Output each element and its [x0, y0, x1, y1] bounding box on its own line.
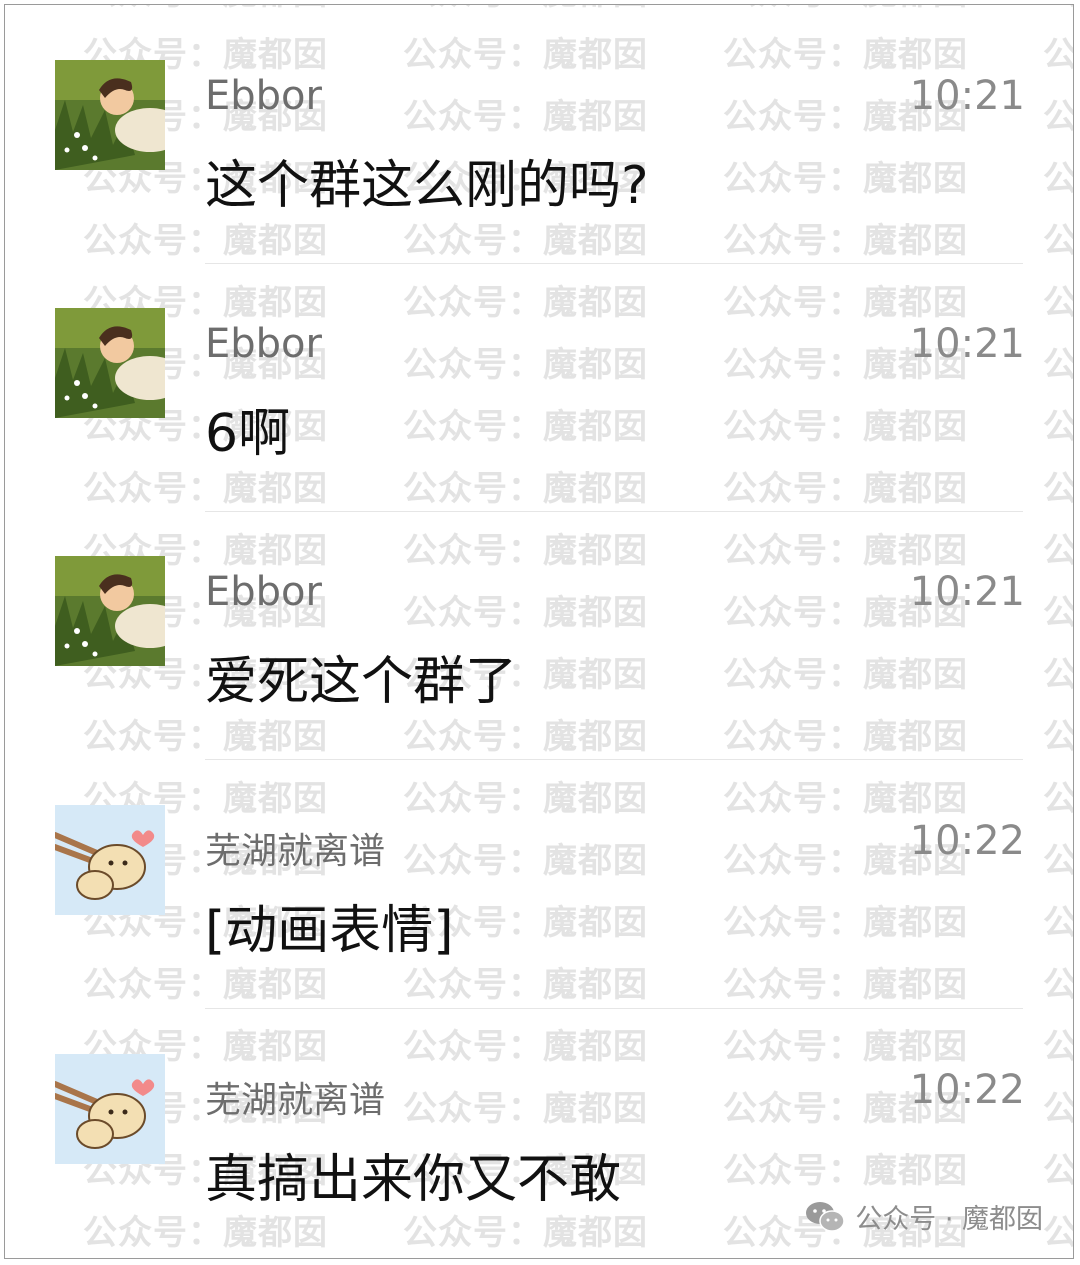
man-in-grass-avatar-icon: [55, 556, 165, 666]
avatar[interactable]: [55, 805, 165, 915]
footer-label: 公众号 · 魔都囡: [855, 1204, 1043, 1235]
sender-name: Ebbor: [205, 73, 322, 119]
message-time: 10:22: [909, 818, 1025, 864]
chat-frame: 公众号：魔都囡 公众号：魔都囡 公众号：魔都囡 公众号：魔都囡 公众号：魔都囡 公众号：魔…: [4, 4, 1074, 1259]
message-item[interactable]: Ebbor 10:21 爱死这个群了: [5, 501, 1073, 749]
sender-name: Ebbor: [205, 569, 322, 615]
man-in-grass-avatar-icon: [55, 60, 165, 170]
wechat-icon: [806, 1201, 845, 1232]
message-item[interactable]: 芜湖就离谱 10:22 [动画表情]: [5, 750, 1073, 998]
message-time: 10:21: [909, 321, 1025, 367]
message-text: 爱死这个群了: [205, 652, 518, 712]
puppy-with-chopsticks-avatar-icon: [55, 805, 165, 915]
message-text: 6啊: [205, 404, 291, 464]
avatar[interactable]: [55, 556, 165, 666]
message-item[interactable]: Ebbor 10:21 6啊: [5, 253, 1073, 501]
avatar[interactable]: [55, 1054, 165, 1164]
footer-watermark: 公众号 · 魔都囡: [805, 1197, 1043, 1236]
message-time: 10:21: [909, 73, 1025, 119]
message-time: 10:21: [909, 569, 1025, 615]
avatar[interactable]: [55, 308, 165, 418]
message-text: 真搞出来你又不敢: [205, 1150, 622, 1210]
message-item[interactable]: Ebbor 10:21 这个群这么刚的吗?: [5, 5, 1073, 253]
message-text: 这个群这么刚的吗?: [205, 156, 649, 216]
avatar[interactable]: [55, 60, 165, 170]
man-in-grass-avatar-icon: [55, 308, 165, 418]
message-time: 10:22: [909, 1067, 1025, 1113]
sender-name: 芜湖就离谱: [205, 831, 386, 872]
message-text: [动画表情]: [205, 901, 454, 961]
puppy-with-chopsticks-avatar-icon: [55, 1054, 165, 1164]
sender-name: Ebbor: [205, 321, 322, 367]
sender-name: 芜湖就离谱: [205, 1080, 386, 1121]
